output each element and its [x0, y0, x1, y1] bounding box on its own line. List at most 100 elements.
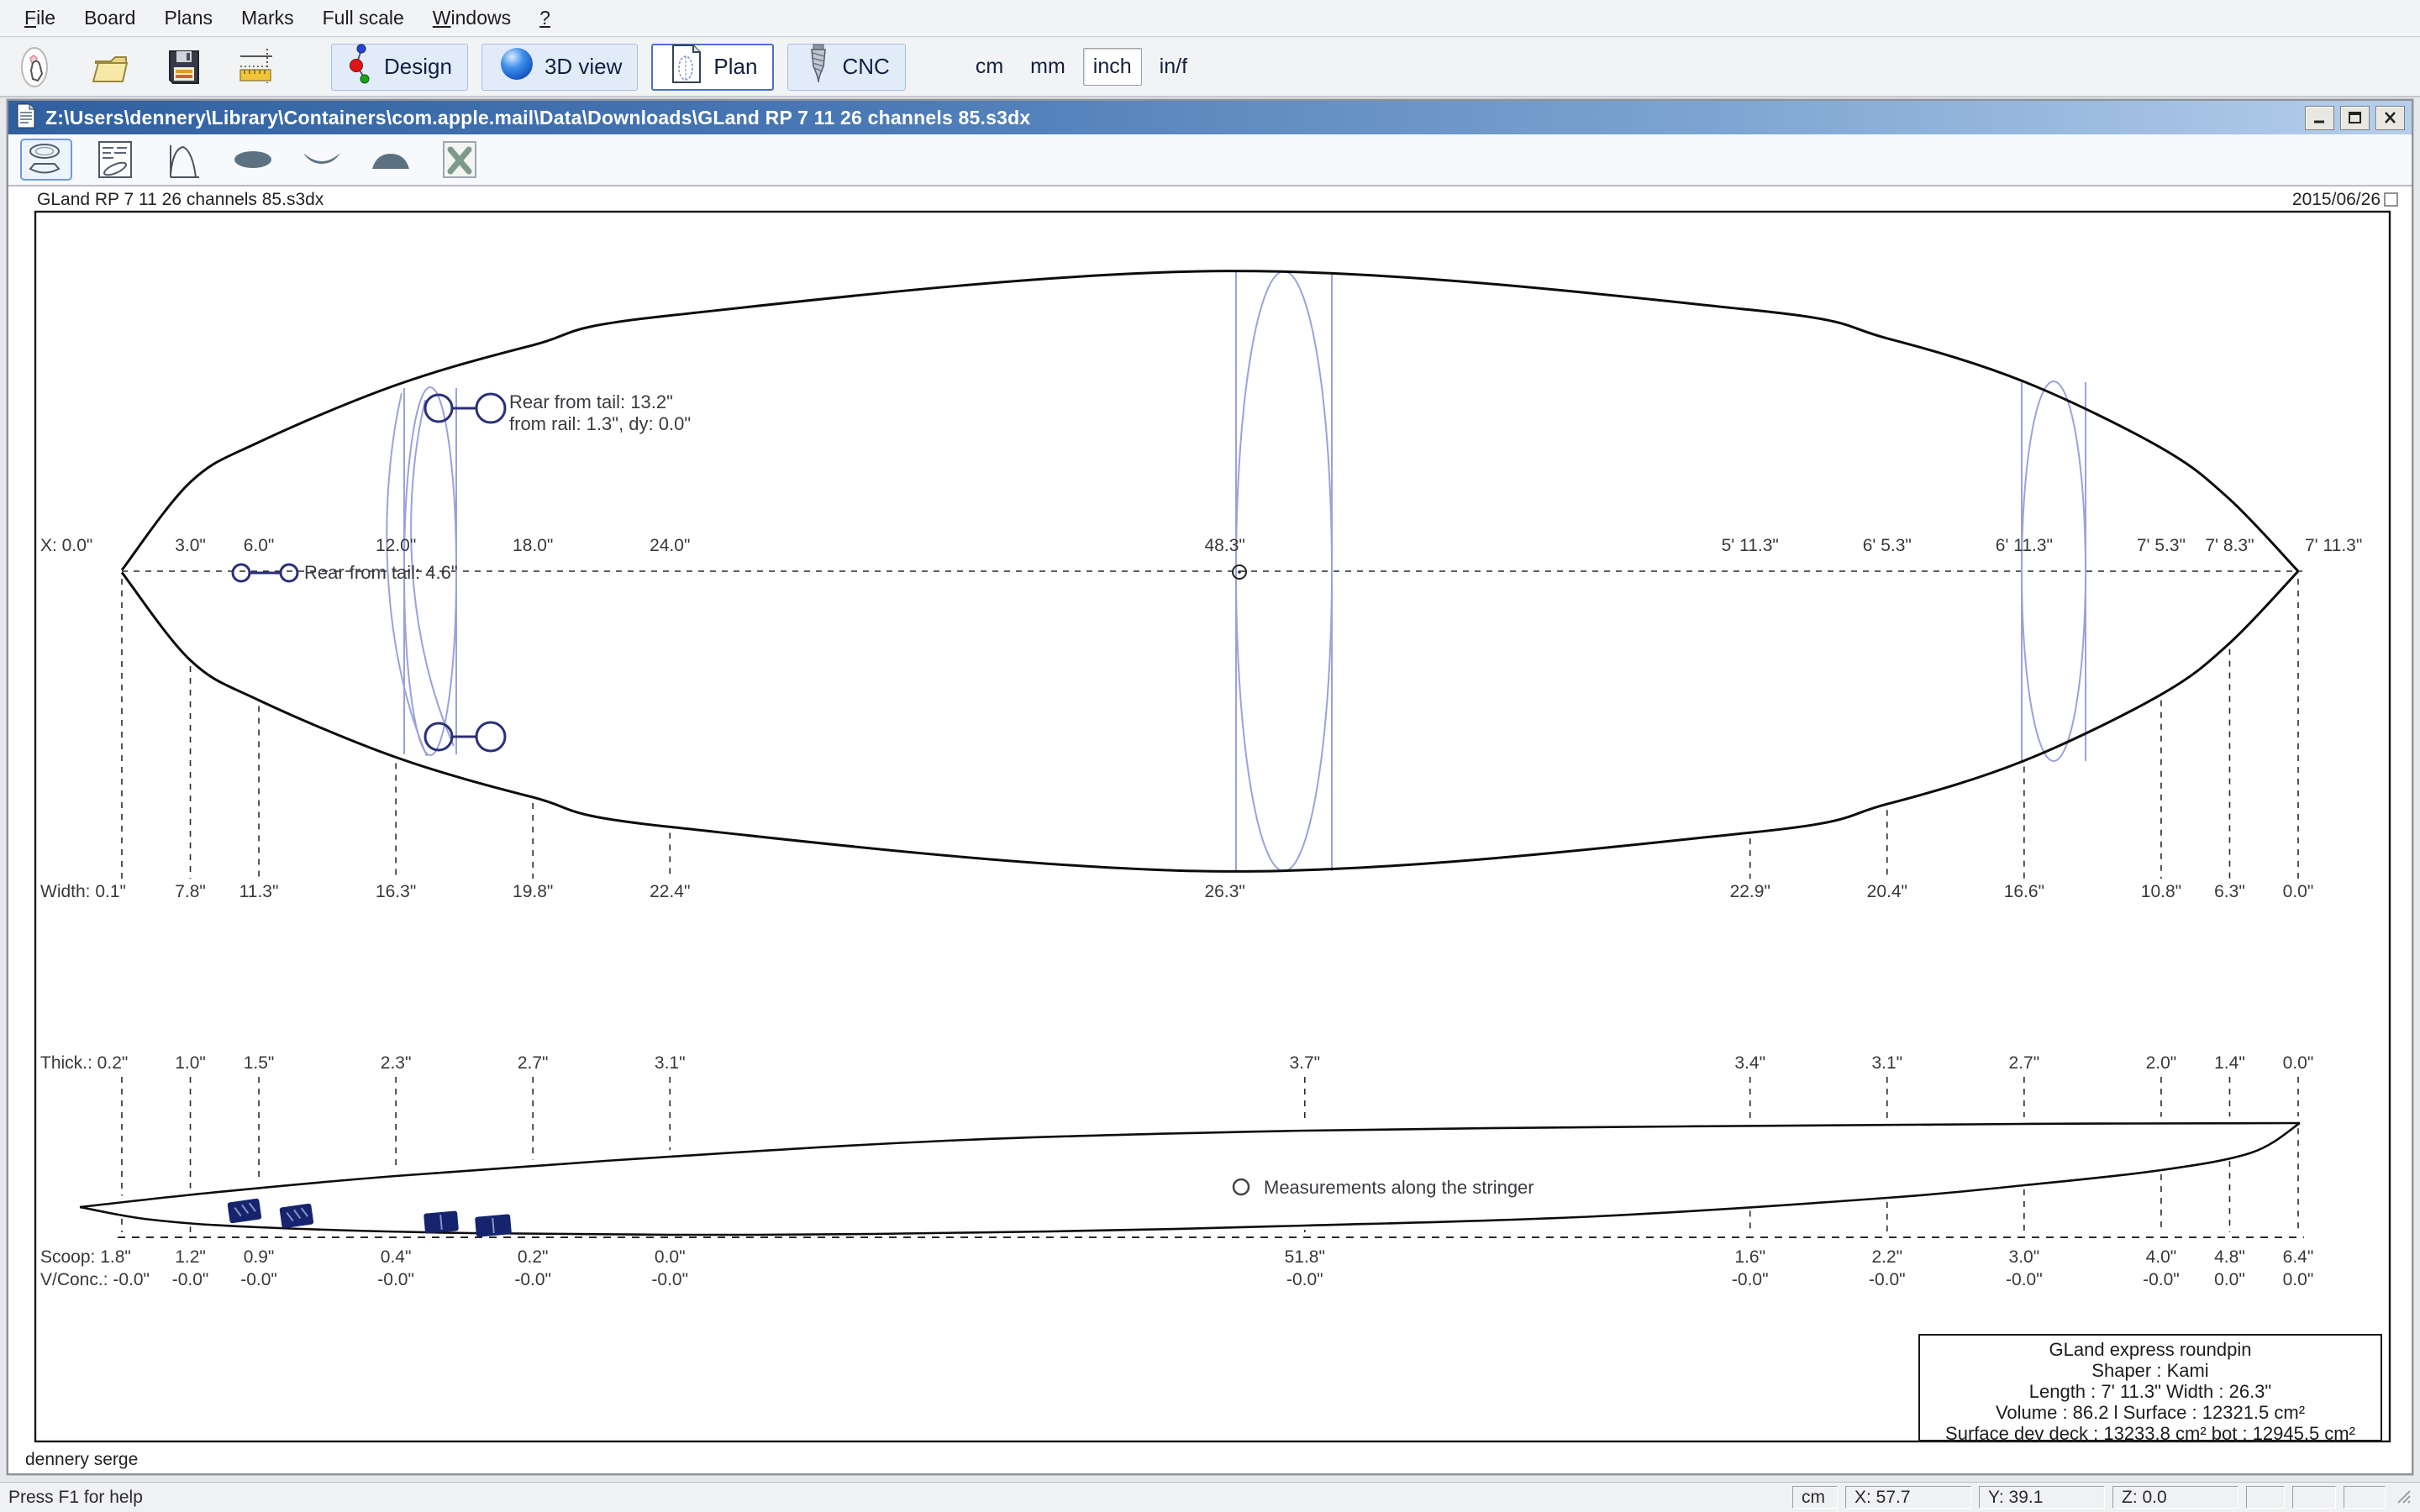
thickness-measurement: 3.7" — [1289, 1053, 1320, 1073]
x-row-label: X: 0.0" — [40, 536, 92, 555]
vconc-measurement: -0.0" — [377, 1270, 414, 1289]
status-help-text: Press F1 for help — [8, 1488, 1785, 1508]
thickness-measurement: 2.3" — [381, 1053, 412, 1073]
fin-plug-handle[interactable] — [476, 394, 505, 423]
cnc-button[interactable]: CNC — [787, 44, 905, 91]
menu-item-windows[interactable]: Windows — [418, 3, 525, 34]
view-buttons-group: Design 3D view Plan CNC — [331, 44, 906, 91]
scoop-row-label: Scoop: 1.8" — [40, 1247, 131, 1267]
design-button[interactable]: Design — [331, 44, 468, 91]
vconc-measurement: -0.0" — [240, 1270, 277, 1289]
scoop-measurement: 0.2" — [518, 1247, 549, 1267]
unit-mm[interactable]: mm — [1021, 49, 1075, 85]
menu-item--[interactable]: ? — [525, 3, 565, 34]
dimensions-icon[interactable] — [235, 45, 281, 90]
scoop-measurement: 1.6" — [1734, 1247, 1765, 1267]
scoop-measurement: 3.0" — [2009, 1247, 2040, 1267]
thickness-measurement: 2.7" — [2009, 1053, 2040, 1073]
stringer-note-marker[interactable] — [1234, 1179, 1249, 1194]
save-icon[interactable] — [161, 45, 207, 90]
menu-bar: FileBoardPlansMarksFull scaleWindows? — [0, 0, 2420, 37]
width-measurement: 20.4" — [1867, 882, 1907, 901]
outline-plan-icon[interactable] — [20, 139, 72, 181]
x-measurement: 18.0" — [513, 536, 553, 555]
x-measurement: 6' 11.3" — [1996, 536, 2053, 555]
status-unit-cell: cm — [1792, 1486, 1838, 1509]
document-icon — [15, 103, 37, 133]
status-x-cell: X: 57.7 — [1845, 1486, 1971, 1509]
fin-plug-handle[interactable] — [476, 722, 505, 751]
document-titlebar[interactable]: Z:\Users\dennery\Library\Containers\com.… — [8, 101, 2412, 134]
canvas-date: 2015/06/26 — [2292, 190, 2381, 209]
fin-front-annotation-line2: from rail: 1.3", dy: 0.0" — [509, 413, 691, 434]
window-controls — [2305, 106, 2405, 130]
plan-button[interactable]: Plan — [651, 44, 774, 91]
thickness-measurement: 2.0" — [2146, 1053, 2177, 1073]
spec-sheet-icon[interactable] — [89, 139, 141, 181]
fin-plug-handle[interactable] — [233, 564, 250, 581]
menu-item-plans[interactable]: Plans — [150, 3, 227, 34]
vconc-measurement: -0.0" — [514, 1270, 551, 1289]
rocker-profile-icon[interactable] — [158, 139, 210, 181]
drawing-canvas[interactable]: GLand RP 7 11 26 channels 85.s3dx 2015/0… — [8, 186, 2412, 1473]
fin-front-annotation-line1: Rear from tail: 13.2" — [509, 391, 673, 412]
open-folder-icon[interactable] — [87, 45, 133, 90]
scoop-measurement: 51.8" — [1285, 1247, 1325, 1267]
x-measurement: 6' 5.3" — [1863, 536, 1912, 555]
unit-in-f[interactable]: in/f — [1150, 49, 1197, 85]
main-toolbar: Design 3D view Plan CNC cmmminchin/f — [0, 38, 2420, 97]
design-icon — [347, 42, 376, 92]
export-excel-icon[interactable] — [434, 139, 486, 181]
new-board-icon[interactable] — [13, 45, 59, 90]
vconc-measurement: 0.0" — [2214, 1270, 2245, 1289]
thickness-measurement: 3.1" — [655, 1053, 686, 1073]
plan-x-labels: 3.0"6.0"12.0"18.0"24.0"48.3"5' 11.3"6' 5… — [175, 536, 2362, 555]
thickness-measurement: 3.4" — [1734, 1053, 1765, 1073]
profile-station-ticks — [122, 1077, 2298, 1232]
thick-row-label: Thick.: 0.2" — [40, 1053, 128, 1073]
deck-curve-icon[interactable] — [365, 139, 417, 181]
scoop-measurement: 0.0" — [655, 1247, 686, 1267]
resize-grip[interactable] — [2393, 1486, 2412, 1509]
scoop-measurement: 6.4" — [2283, 1247, 2314, 1267]
menu-item-full-scale[interactable]: Full scale — [308, 3, 418, 34]
width-measurement: 10.8" — [2141, 882, 2181, 901]
close-button[interactable] — [2375, 106, 2405, 130]
status-extra-cell-3 — [2344, 1486, 2386, 1509]
3d-view-button[interactable]: 3D view — [481, 44, 638, 91]
scoop-measurement: 2.2" — [1871, 1247, 1902, 1267]
date-checkbox[interactable] — [2385, 193, 2397, 206]
button-label: Plan — [713, 54, 757, 80]
x-measurement: 6.0" — [244, 536, 275, 555]
slice-filled-icon[interactable] — [227, 139, 279, 181]
menu-item-board[interactable]: Board — [70, 3, 150, 34]
vconc-measurement: -0.0" — [1732, 1270, 1769, 1289]
width-measurement: 16.3" — [376, 882, 416, 901]
thickness-measurement: 3.1" — [1871, 1053, 1902, 1073]
width-measurement: 22.4" — [650, 882, 690, 901]
width-measurement: 26.3" — [1205, 882, 1245, 901]
author-label: dennery serge — [25, 1450, 138, 1469]
bottom-curve-icon[interactable] — [296, 139, 348, 181]
info-box-line: GLand express roundpin — [2049, 1339, 2252, 1360]
unit-inch[interactable]: inch — [1083, 48, 1142, 86]
maximize-button[interactable] — [2340, 106, 2370, 130]
info-box-line: Length : 7' 11.3" Width : 26.3" — [2029, 1381, 2271, 1402]
rocker-profile-curves[interactable] — [80, 1123, 2300, 1235]
unit-buttons-group: cmmminchin/f — [966, 48, 1197, 86]
scoop-measurement: 4.0" — [2146, 1247, 2177, 1267]
status-bar: Press F1 for help cm X: 57.7 Y: 39.1 Z: … — [0, 1482, 2420, 1512]
info-box-line: Volume : 86.2 l Surface : 12321.5 cm² — [1996, 1402, 2305, 1423]
button-label: Design — [384, 54, 452, 80]
menu-item-file[interactable]: File — [10, 3, 70, 34]
scoop-measurement: 0.4" — [381, 1247, 412, 1267]
fin-plug-handle[interactable] — [281, 564, 297, 581]
thickness-measurement: 2.7" — [518, 1053, 549, 1073]
vconc-measurement: 0.0" — [2283, 1270, 2314, 1289]
thickness-measurement: 0.0" — [2283, 1053, 2314, 1073]
scoop-measurement: 1.2" — [175, 1247, 206, 1267]
x-measurement: 7' 8.3" — [2205, 536, 2254, 555]
unit-cm[interactable]: cm — [966, 49, 1013, 85]
minimize-button[interactable] — [2305, 106, 2334, 130]
menu-item-marks[interactable]: Marks — [227, 3, 308, 34]
